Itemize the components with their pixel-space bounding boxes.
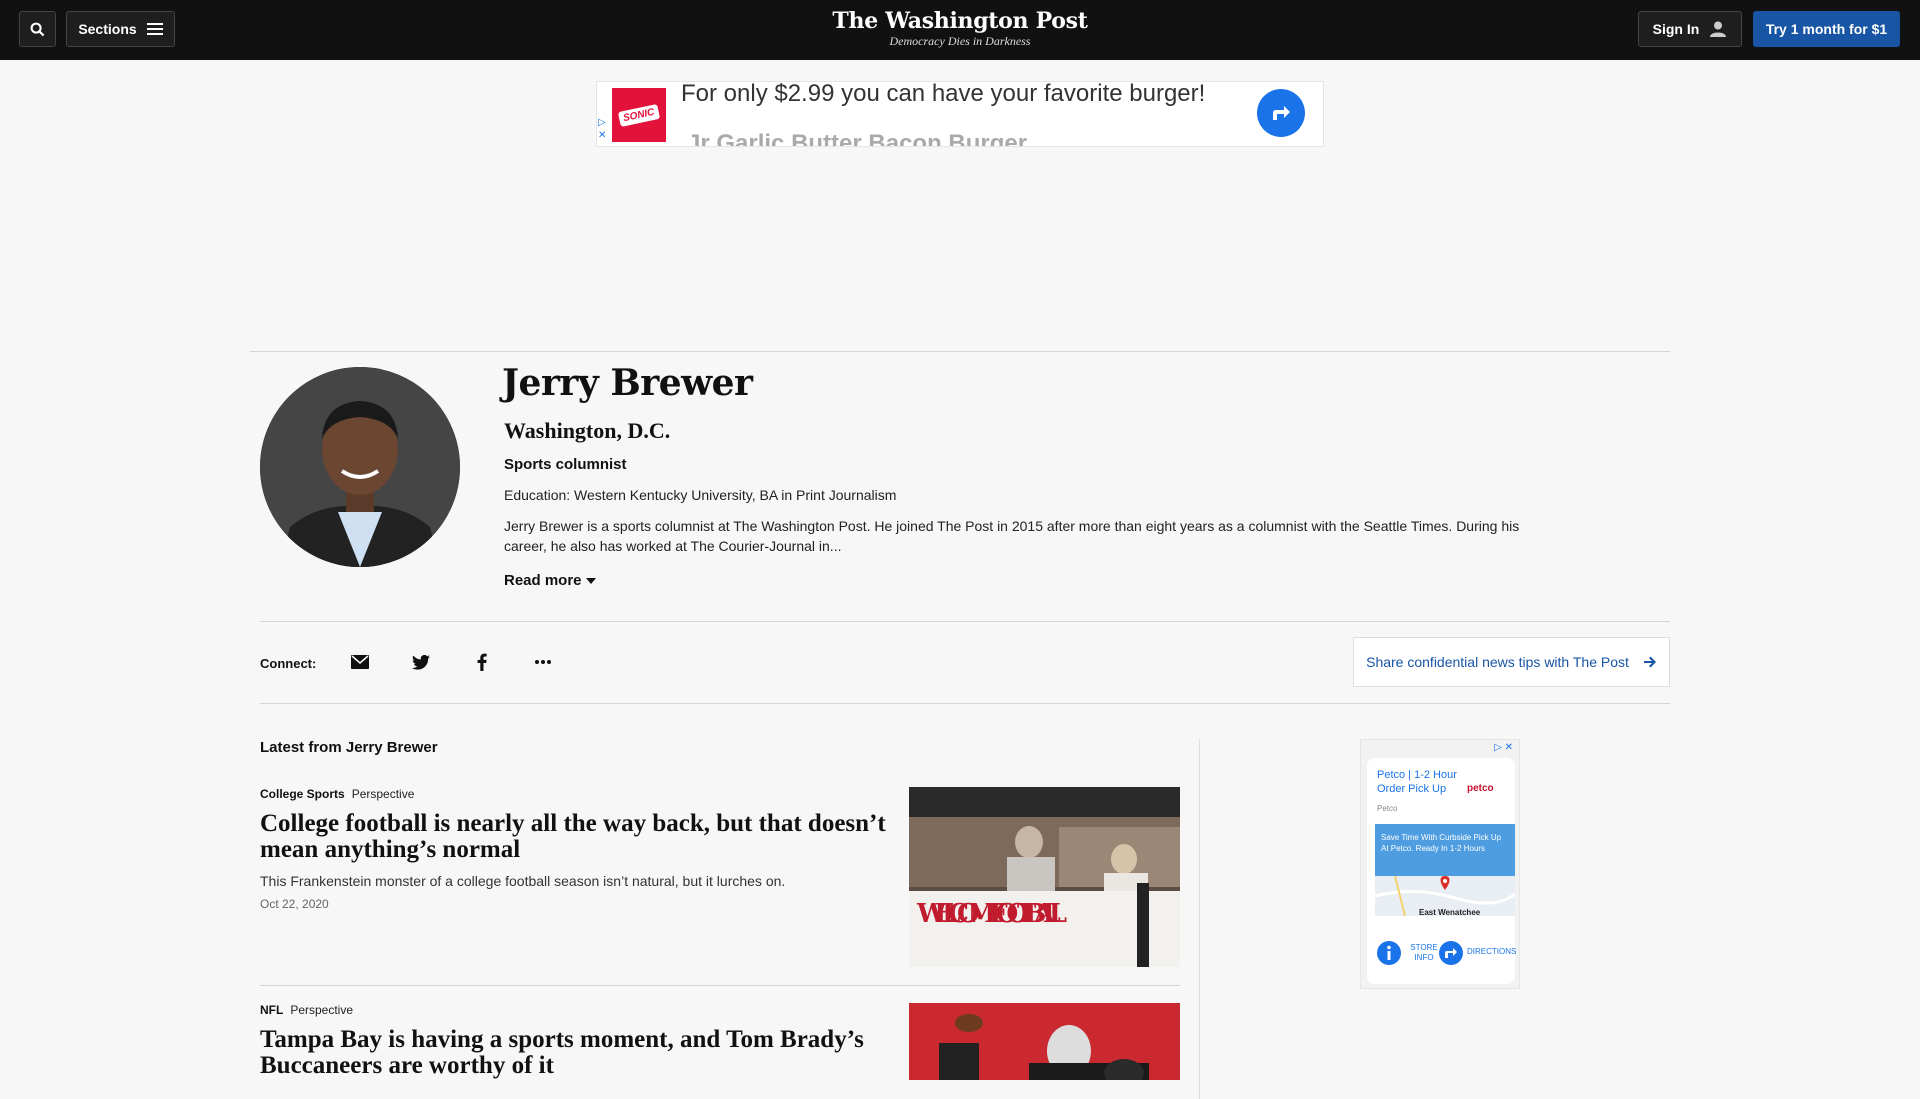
author-bio: Jerry Brewer is a sports columnist at Th… [504, 518, 1520, 554]
subscribe-label: Try 1 month for $1 [1765, 21, 1888, 37]
ad-headline: For only $2.99 you can have your favorit… [681, 81, 1206, 107]
sign-in-button[interactable]: Sign In [1638, 11, 1742, 47]
author-role: Sports columnist [504, 456, 627, 473]
search-button[interactable] [19, 11, 56, 47]
ad-subline: Jr Garlic Butter Bacon Burger [687, 130, 1028, 147]
connect-label: Connect: [260, 656, 317, 671]
sonic-logo: SONIC [612, 88, 666, 142]
store-info-label[interactable]: STORE INFO [1409, 943, 1439, 963]
sections-label: Sections [78, 21, 137, 37]
directions-label[interactable]: DIRECTIONS [1467, 947, 1516, 956]
logo-name: The Washington Post [832, 8, 1088, 34]
read-more-button[interactable]: Read more [504, 572, 596, 589]
author-education: Education: Western Kentucky University, … [504, 487, 897, 503]
adchoices-icon[interactable]: ▷ ✕ [598, 116, 606, 142]
sidebar-ad[interactable]: ▷ ✕ Petco | 1-2 Hour Order Pick Up petco… [1360, 739, 1520, 989]
directions-icon[interactable] [1439, 941, 1463, 965]
share-news-tips-button[interactable]: Share confidential news tips with The Po… [1353, 637, 1670, 687]
author-avatar [260, 367, 460, 567]
washington-post-logo[interactable]: The Washington Post Democracy Dies in Da… [760, 8, 1160, 48]
article-headline[interactable]: Tampa Bay is having a sports moment, and… [260, 1027, 900, 1079]
article-card[interactable]: College Sports Perspective College footba… [260, 787, 1180, 967]
ad-promo-text: Save Time With Curbside Pick Up At Petco… [1375, 824, 1515, 876]
article-headline[interactable]: College football is nearly all the way b… [260, 811, 900, 863]
divider [260, 621, 1670, 622]
ad-card[interactable]: Petco | 1-2 Hour Order Pick Up petco Pet… [1367, 758, 1516, 984]
ad-title[interactable]: Petco | 1-2 Hour Order Pick Up [1377, 768, 1473, 796]
top-navigation-bar: Sections The Washington Post Democracy D… [0, 0, 1920, 60]
ad-source: Petco [1377, 804, 1398, 813]
article-section[interactable]: College Sports [260, 787, 345, 801]
article-label: Perspective [290, 1003, 354, 1017]
article-thumbnail[interactable]: WELCOME FOOTBALL [909, 787, 1180, 967]
subscribe-button[interactable]: Try 1 month for $1 [1753, 11, 1900, 47]
thumbnail-text: WELCOME FOOTBALL [916, 899, 1067, 929]
sections-button[interactable]: Sections [66, 11, 175, 47]
read-more-label: Read more [504, 572, 582, 589]
ad-map[interactable]: East Wenatchee [1375, 876, 1515, 916]
sign-in-label: Sign In [1652, 21, 1700, 37]
directions-arrow-icon[interactable] [1257, 89, 1305, 137]
ad-actions: STORE INFO DIRECTIONS [1375, 938, 1516, 968]
divider [260, 703, 1670, 704]
info-icon[interactable] [1377, 941, 1401, 965]
caret-down-icon [585, 577, 596, 584]
arrow-right-icon [1643, 656, 1656, 668]
article-thumbnail[interactable] [909, 1003, 1180, 1080]
author-name: Jerry Brewer [502, 362, 753, 404]
author-location: Washington, D.C. [504, 418, 671, 443]
logo-tagline: Democracy Dies in Darkness [889, 34, 1031, 48]
divider [250, 351, 1670, 352]
twitter-icon[interactable] [409, 650, 433, 674]
article-label: Perspective [351, 787, 415, 801]
top-banner-ad[interactable]: ▷ ✕ SONIC For only $2.99 you can have you… [596, 81, 1324, 147]
hamburger-menu-icon [146, 23, 163, 35]
tips-label: Share confidential news tips with The Po… [1366, 654, 1629, 670]
divider [260, 985, 1180, 986]
map-town: East Wenatchee [1419, 908, 1481, 916]
adchoices-icon[interactable]: ▷ ✕ [1494, 742, 1513, 753]
article-card[interactable]: NFL Perspective Tampa Bay is having a spo… [260, 1003, 1180, 1080]
article-section[interactable]: NFL [260, 1003, 283, 1017]
column-divider [1199, 739, 1200, 1099]
petco-logo: petco [1467, 783, 1494, 794]
more-options-icon[interactable] [531, 650, 555, 674]
search-icon [30, 22, 45, 36]
latest-heading: Latest from Jerry Brewer [260, 739, 438, 756]
user-icon [1710, 21, 1727, 37]
facebook-icon[interactable] [470, 650, 494, 674]
email-icon[interactable] [348, 650, 372, 674]
